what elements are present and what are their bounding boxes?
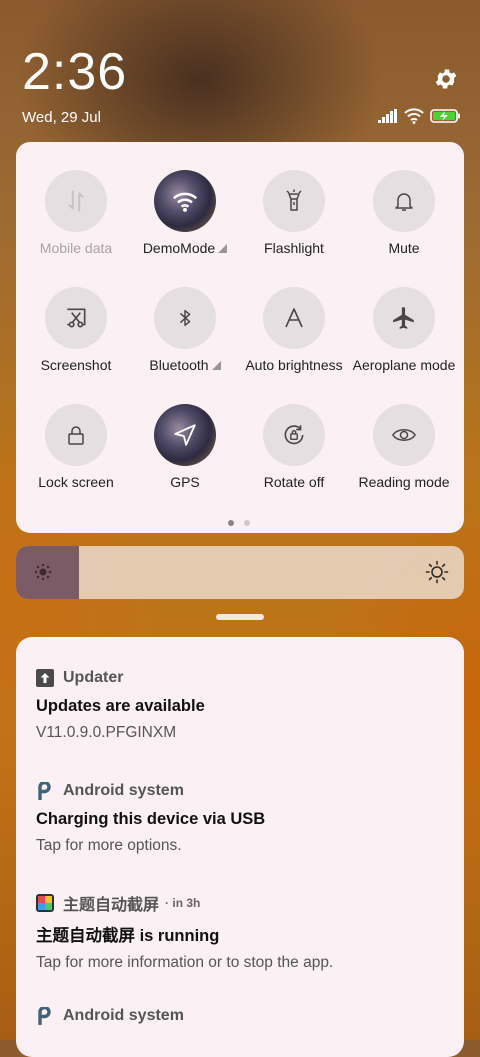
tile-label: Mobile data (39, 240, 113, 256)
flashlight-icon (263, 170, 325, 232)
notification-app-name: 主题自动截屏 (63, 897, 160, 914)
wifi-icon (154, 170, 216, 232)
notification-theme-app[interactable]: 主题自动截屏 · in 3h 主题自动截屏 is running Tap for… (36, 892, 456, 972)
tile-label: Rotate off (263, 474, 325, 490)
brightness-low-icon (34, 563, 52, 581)
bell-icon (373, 170, 435, 232)
theme-app-icon (36, 894, 54, 912)
tile-gps[interactable]: GPS (130, 404, 240, 490)
notification-android-system-usb[interactable]: Android system Charging this device via … (36, 780, 456, 855)
tile-demomode[interactable]: DemoMode (130, 170, 240, 256)
tile-label: GPS (170, 474, 200, 490)
location-icon (154, 404, 216, 466)
tile-label: Aeroplane mode (352, 357, 456, 373)
date[interactable]: Wed, 29 Jul (22, 109, 101, 126)
tile-mute[interactable]: Mute (349, 170, 459, 256)
tile-label: Auto brightness (245, 357, 343, 373)
bluetooth-icon (154, 287, 216, 349)
expand-triangle-icon[interactable] (218, 244, 228, 253)
wifi-icon (404, 108, 424, 124)
auto-brightness-icon (263, 287, 325, 349)
android-system-icon (36, 782, 54, 800)
battery-charging-icon (430, 109, 460, 123)
notification-app-name: Updater (63, 669, 124, 686)
tile-rotate-off[interactable]: Rotate off (239, 404, 349, 490)
brightness-high-icon (425, 560, 449, 584)
signal-icon (378, 109, 397, 123)
tile-label: Reading mode (358, 474, 450, 490)
tile-lock-screen[interactable]: Lock screen (21, 404, 131, 490)
settings-gear-icon[interactable] (433, 66, 459, 92)
tile-label: Screenshot (40, 357, 112, 373)
system-icons (378, 108, 461, 124)
tile-label: Bluetooth (130, 357, 240, 373)
tile-flashlight[interactable]: Flashlight (239, 170, 349, 256)
tile-label: Flashlight (264, 240, 324, 256)
expand-triangle-icon[interactable] (211, 361, 221, 370)
android-system-icon (36, 1007, 54, 1025)
tile-label: Lock screen (38, 474, 114, 490)
quick-settings-panel: Mobile data DemoMode Flashlight Mute Scr… (16, 142, 464, 533)
notification-app-name: Android system (63, 1007, 184, 1024)
notification-panel: Updater Updates are available V11.0.9.0.… (16, 637, 464, 1057)
updater-icon (36, 669, 54, 687)
notification-body: V11.0.9.0.PFGINXM (36, 724, 177, 741)
drag-handle[interactable] (216, 614, 264, 620)
screenshot-icon (45, 287, 107, 349)
airplane-icon (373, 287, 435, 349)
notification-title: 主题自动截屏 is running (36, 927, 220, 945)
tile-aeroplane-mode[interactable]: Aeroplane mode (349, 287, 459, 373)
brightness-slider[interactable] (16, 546, 464, 599)
tile-label: DemoMode (130, 240, 240, 256)
tile-label: Mute (388, 240, 420, 256)
tile-bluetooth[interactable]: Bluetooth (130, 287, 240, 373)
tile-mobile-data[interactable]: Mobile data (21, 170, 131, 256)
eye-icon (373, 404, 435, 466)
page-dot-active[interactable] (228, 520, 234, 526)
clock[interactable]: 2:36 (22, 42, 127, 102)
notification-time: · in 3h (165, 896, 201, 910)
rotate-lock-icon (263, 404, 325, 466)
tile-screenshot[interactable]: Screenshot (21, 287, 131, 373)
notification-body: Tap for more options. (36, 837, 182, 854)
notification-android-system[interactable]: Android system (36, 1005, 456, 1027)
notification-updater[interactable]: Updater Updates are available V11.0.9.0.… (36, 667, 456, 742)
status-area: 2:36 Wed, 29 Jul (0, 0, 480, 140)
notification-body: Tap for more information or to stop the … (36, 954, 334, 971)
tile-auto-brightness[interactable]: Auto brightness (239, 287, 349, 373)
page-dot[interactable] (244, 520, 250, 526)
tile-reading-mode[interactable]: Reading mode (349, 404, 459, 490)
page-indicator (228, 520, 250, 526)
notification-app-name: Android system (63, 782, 184, 799)
notification-title: Updates are available (36, 697, 205, 715)
mobile-data-icon (45, 170, 107, 232)
lock-icon (45, 404, 107, 466)
notification-title: Charging this device via USB (36, 810, 266, 828)
